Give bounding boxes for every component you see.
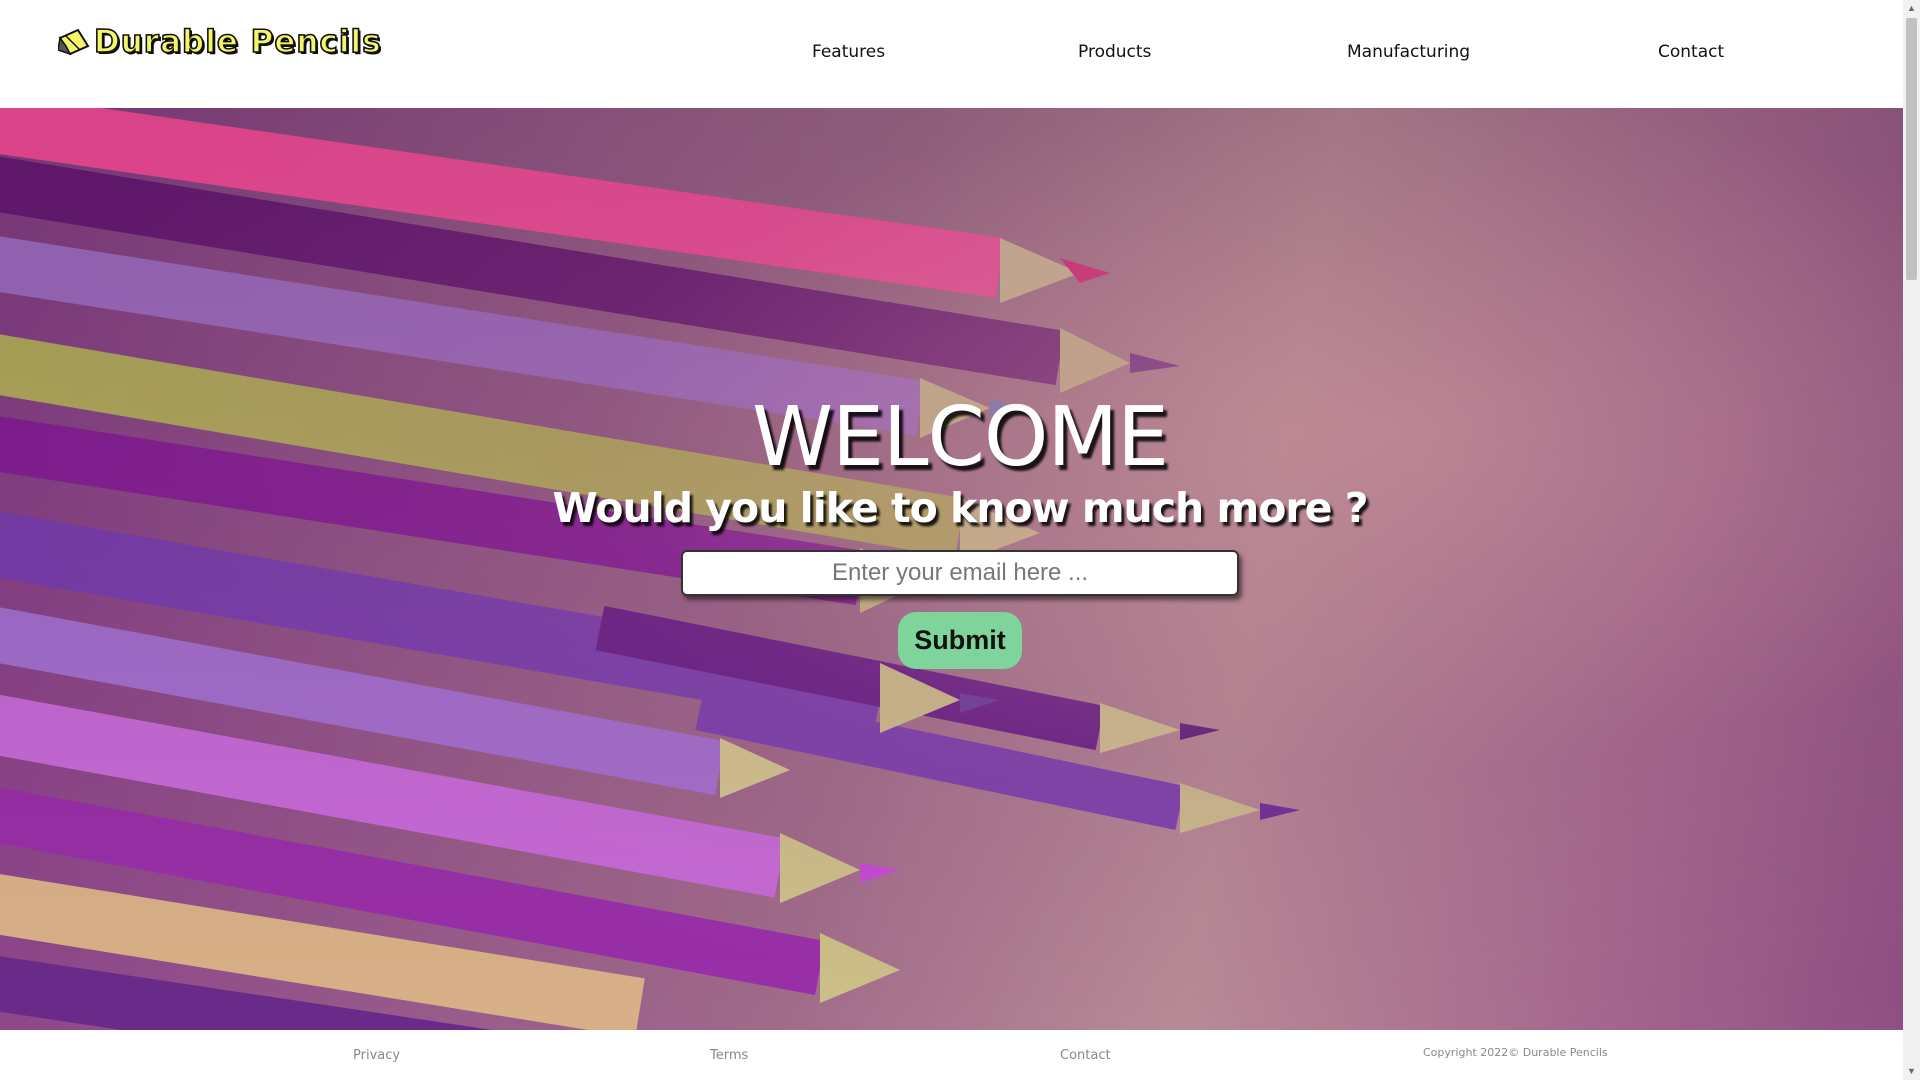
nav-products[interactable]: Products: [1078, 42, 1151, 62]
logo[interactable]: Durable Pencils: [58, 22, 382, 62]
footer-link-terms[interactable]: Terms: [710, 1048, 748, 1063]
scroll-down-arrow-icon[interactable]: ▼: [1903, 1063, 1920, 1080]
footer-link-contact[interactable]: Contact: [1060, 1048, 1111, 1063]
welcome-heading: WELCOME: [752, 390, 1169, 485]
site-header: Durable Pencils Features Products Manufa…: [0, 0, 1903, 108]
submit-button[interactable]: Submit: [898, 612, 1022, 669]
email-input[interactable]: [681, 550, 1239, 596]
pencil-icon: [58, 28, 90, 56]
welcome-subtitle: Would you like to know much more ?: [552, 484, 1369, 532]
site-footer: Privacy Terms Contact Copyright 2022© Du…: [0, 1030, 1903, 1080]
vertical-scrollbar[interactable]: ▲ ▼: [1903, 0, 1920, 1080]
nav-contact[interactable]: Contact: [1658, 42, 1724, 62]
copyright-text: Copyright 2022© Durable Pencils: [1423, 1046, 1608, 1059]
scroll-up-arrow-icon[interactable]: ▲: [1903, 0, 1920, 17]
footer-link-privacy[interactable]: Privacy: [353, 1048, 400, 1063]
nav-features[interactable]: Features: [812, 42, 885, 62]
scrollbar-thumb[interactable]: [1906, 18, 1917, 280]
logo-text: Durable Pencils: [93, 23, 382, 61]
nav-manufacturing[interactable]: Manufacturing: [1347, 42, 1470, 62]
